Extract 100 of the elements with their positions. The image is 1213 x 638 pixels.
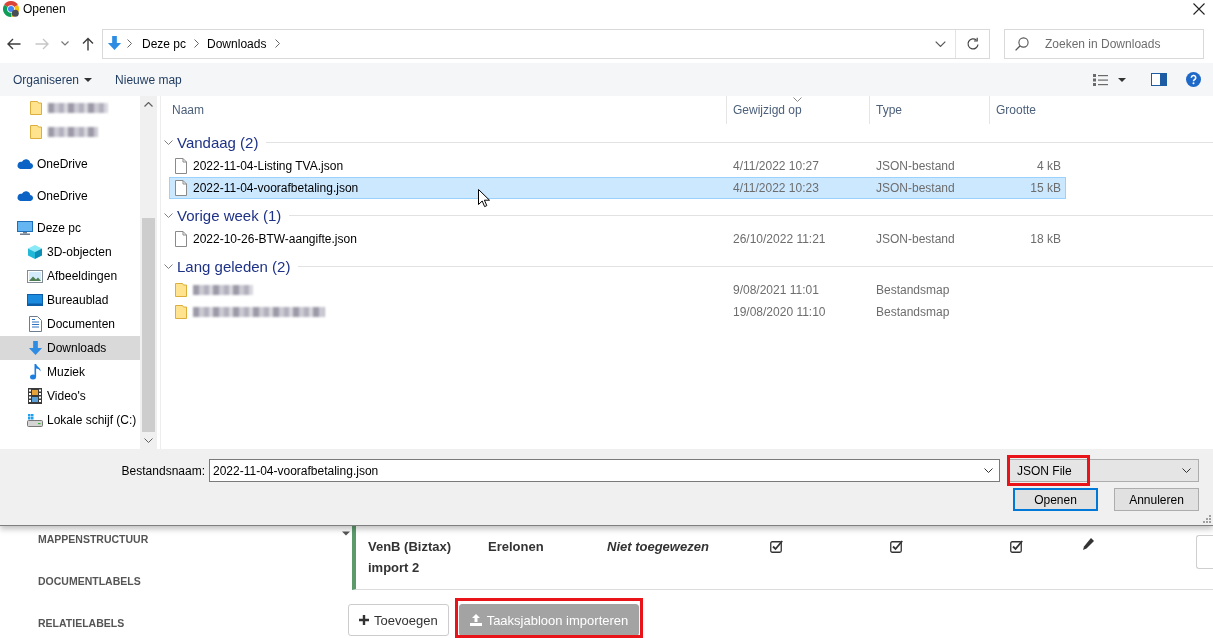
modified-date: 4/11/2022 10:27 bbox=[733, 159, 819, 173]
chevron-right-icon[interactable] bbox=[127, 39, 132, 48]
file-icon bbox=[175, 158, 187, 174]
chevron-down-icon[interactable] bbox=[934, 40, 946, 47]
page-button[interactable]: Toevoegen bbox=[348, 604, 449, 636]
picture-icon bbox=[27, 269, 43, 283]
chevron-right-icon[interactable] bbox=[274, 39, 280, 48]
drive-icon bbox=[27, 413, 43, 427]
caret-down-icon[interactable] bbox=[1118, 77, 1126, 82]
resize-grip-icon bbox=[1203, 515, 1211, 523]
group-header[interactable]: Vandaag (2) bbox=[161, 130, 1213, 154]
column-header[interactable]: Grootte bbox=[989, 96, 1069, 124]
list-view-icon[interactable] bbox=[1093, 73, 1108, 86]
desktop-icon bbox=[27, 294, 43, 306]
sidebar-item[interactable]: Video's bbox=[0, 384, 140, 408]
sidebar-item[interactable]: 3D-objecten bbox=[0, 240, 140, 264]
dialog-button[interactable]: Openen bbox=[1013, 488, 1098, 511]
toolbar-button[interactable]: Nieuwe map bbox=[107, 67, 190, 92]
folder-icon bbox=[175, 283, 187, 297]
sidebar-item[interactable]: Deze pc bbox=[0, 216, 140, 240]
file-row[interactable]: 2022-10-26-BTW-aangifte.json 26/10/2022 11:21 JSON-bestand 18 kB bbox=[169, 228, 1066, 250]
breadcrumb-item[interactable]: Deze pc bbox=[137, 36, 192, 51]
arrow-down-icon bbox=[107, 36, 122, 51]
document-icon bbox=[28, 316, 42, 332]
filename-label: Bestandsnaam: bbox=[120, 463, 205, 478]
assignee-text: Niet toegewezen bbox=[607, 538, 709, 556]
monitor-icon bbox=[17, 221, 33, 235]
file-type: JSON-bestand bbox=[876, 159, 955, 173]
file-size: 4 kB bbox=[1037, 159, 1061, 173]
preview-pane-icon[interactable] bbox=[1151, 73, 1167, 86]
file-type: Bestandsmap bbox=[876, 305, 950, 319]
arrow-down-icon bbox=[27, 340, 43, 356]
chevron-down-icon[interactable] bbox=[984, 468, 993, 473]
file-name: 2022-10-26-BTW-aangifte.json bbox=[193, 232, 357, 246]
arrow-left-icon[interactable] bbox=[7, 37, 21, 50]
sidebar-item[interactable]: Afbeeldingen bbox=[0, 264, 140, 288]
file-row[interactable]: 9/08/2021 11:01 Bestandsmap bbox=[169, 279, 1066, 301]
modified-date: 19/08/2020 11:10 bbox=[733, 305, 826, 319]
pencil-icon[interactable] bbox=[1082, 538, 1094, 550]
group-header[interactable]: Lang geleden (2) bbox=[161, 254, 1213, 278]
cube-icon bbox=[27, 244, 43, 260]
help-icon[interactable] bbox=[1186, 72, 1201, 87]
address-bar[interactable]: Deze pc Downloads bbox=[102, 28, 990, 59]
chevron-up-icon[interactable] bbox=[144, 102, 153, 107]
music-note-icon bbox=[29, 364, 41, 380]
menu-link[interactable]: RELATIELABELS bbox=[38, 610, 125, 636]
mouse-cursor-icon bbox=[478, 189, 490, 208]
modified-date: 26/10/2022 11:21 bbox=[733, 232, 826, 246]
close-icon[interactable] bbox=[1193, 2, 1205, 15]
scrollbar[interactable] bbox=[140, 96, 157, 449]
plus-icon bbox=[359, 615, 369, 625]
sidebar-item[interactable]: Muziek bbox=[0, 360, 140, 384]
folder-icon bbox=[30, 101, 42, 115]
upload-icon bbox=[469, 614, 482, 626]
file-size: 18 kB bbox=[1030, 232, 1061, 246]
file-type: Bestandsmap bbox=[876, 283, 950, 297]
file-size: 15 kB bbox=[1030, 181, 1061, 195]
scrollbar-thumb[interactable] bbox=[142, 218, 155, 432]
breadcrumb-item[interactable]: Downloads bbox=[201, 36, 272, 51]
chevron-right-icon[interactable] bbox=[193, 39, 199, 48]
arrow-up-icon[interactable] bbox=[82, 36, 94, 51]
window-title: Openen bbox=[23, 1, 66, 16]
caret-icon[interactable] bbox=[342, 531, 350, 536]
sidebar-item[interactable]: Documenten bbox=[0, 312, 140, 336]
file-name: 2022-11-04-voorafbetaling.json bbox=[193, 181, 359, 195]
modified-date: 4/11/2022 10:23 bbox=[733, 181, 819, 195]
group-header[interactable]: Vorige week (1) bbox=[161, 203, 1213, 227]
cloud-icon bbox=[17, 159, 33, 169]
sidebar-item[interactable]: Downloads bbox=[0, 336, 140, 360]
column-header[interactable]: Type bbox=[869, 96, 989, 124]
file-row[interactable]: 2022-11-04-Listing TVA.json 4/11/2022 10:27 JSON-bestand 4 kB bbox=[169, 155, 1066, 177]
file-type: JSON-bestand bbox=[876, 232, 955, 246]
file-row[interactable]: 19/08/2020 11:10 Bestandsmap bbox=[169, 301, 1066, 323]
search-icon bbox=[1015, 36, 1029, 51]
toolbar-button[interactable]: Organiseren bbox=[5, 67, 101, 92]
file-icon bbox=[175, 231, 187, 247]
task-name: VenB (Biztax) import 2 bbox=[368, 538, 453, 577]
filename-field[interactable]: 2022-11-04-voorafbetaling.json bbox=[209, 459, 1000, 482]
menu-link[interactable]: MAPPENSTRUCTUUR bbox=[38, 526, 149, 552]
sidebar-item[interactable]: OneDrive bbox=[0, 184, 140, 208]
folder-icon bbox=[30, 125, 42, 139]
cloud-icon bbox=[17, 191, 33, 201]
search-field[interactable]: Zoeken in Downloads bbox=[1004, 28, 1204, 59]
sidebar-item[interactable]: OneDrive bbox=[0, 152, 140, 176]
column-header[interactable]: Gewijzigd op bbox=[726, 96, 869, 124]
film-strip-icon bbox=[28, 388, 42, 404]
chevron-down-icon[interactable] bbox=[144, 438, 153, 443]
modified-date: 9/08/2021 11:01 bbox=[733, 283, 819, 297]
sidebar-item[interactable]: Lokale schijf (C:) bbox=[0, 408, 140, 432]
refresh-icon[interactable] bbox=[965, 36, 980, 51]
chevron-down-icon[interactable] bbox=[1182, 468, 1191, 473]
column-header[interactable]: Naam bbox=[161, 96, 726, 124]
file-type: JSON-bestand bbox=[876, 181, 955, 195]
file-row[interactable]: 2022-11-04-voorafbetaling.json 4/11/2022 10:23 JSON-bestand 15 kB bbox=[169, 177, 1066, 199]
folder-icon bbox=[175, 305, 187, 319]
file-type-dropdown[interactable]: JSON File bbox=[1009, 459, 1199, 482]
dialog-button[interactable]: Annuleren bbox=[1114, 488, 1199, 511]
file-icon bbox=[175, 180, 187, 196]
menu-link[interactable]: DOCUMENTLABELS bbox=[38, 568, 141, 594]
sidebar-item[interactable]: Bureaublad bbox=[0, 288, 140, 312]
